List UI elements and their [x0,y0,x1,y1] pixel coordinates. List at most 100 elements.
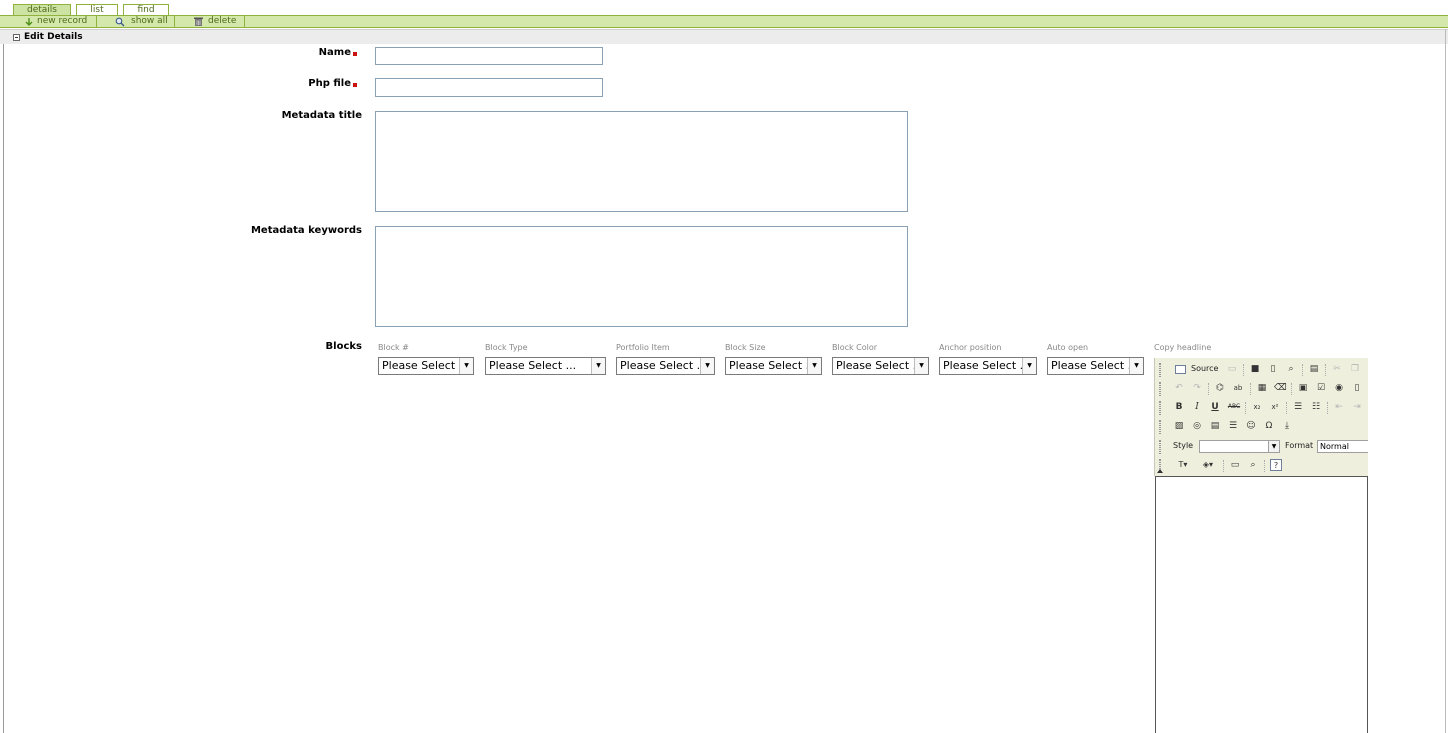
dropdown-arrow-icon: ▼ [459,358,473,374]
select-all-icon[interactable]: ▦ [1256,382,1268,394]
delete-button[interactable]: delete [175,16,245,27]
superscript-icon[interactable]: x² [1269,401,1281,413]
right-divider [1445,29,1446,733]
copy-headline-editor: Source ▭ ■ ▯ ⌕ ▤ ✂ ❐ ↶ ↷ ⌬ ab ▦ ⌫ ▣ ☑ ◉ [1154,358,1368,733]
toolbar-grip [1159,440,1161,454]
redo-icon[interactable]: ↷ [1191,382,1203,394]
format-select[interactable]: Normal [1317,440,1368,453]
portfolio-item-select[interactable]: Please Select ... ▼ [616,357,715,375]
dropdown-arrow-icon: ▼ [591,358,605,374]
editor-toolbar-row: ↶ ↷ ⌬ ab ▦ ⌫ ▣ ☑ ◉ ▯ [1159,380,1368,398]
table-icon[interactable]: ▤ [1209,420,1221,432]
underline-icon[interactable]: U [1209,401,1221,413]
preview-icon[interactable]: ⌕ [1285,363,1297,375]
bold-icon[interactable]: B [1173,401,1185,413]
block-number-header: Block # [378,343,409,352]
metadata-keywords-textarea[interactable] [375,226,908,327]
save-icon[interactable]: ■ [1249,363,1261,375]
templates-icon[interactable]: ▤ [1308,363,1320,375]
outdent-icon[interactable]: ⇤ [1333,401,1345,413]
background-color-icon[interactable]: ◈▾ [1198,459,1218,471]
save-template-icon[interactable]: ▭ [1226,363,1238,375]
image-icon[interactable]: ▨ [1173,420,1185,432]
arrow-down-icon [25,18,33,26]
name-input[interactable] [375,47,603,65]
select-value: Please Select ... [489,359,577,372]
show-blocks-icon[interactable]: ⌕ [1247,459,1259,471]
toolbar-separator [1291,383,1293,395]
copy-icon[interactable]: ❐ [1349,363,1361,375]
new-record-button[interactable]: new record [13,16,97,27]
block-color-header: Block Color [832,343,878,352]
replace-icon[interactable]: ab [1232,382,1244,394]
show-all-label: show all [131,16,168,26]
editor-content-area[interactable] [1155,476,1368,733]
textfield-icon[interactable]: ▯ [1351,382,1363,394]
editor-toolbar-row: Source ▭ ■ ▯ ⌕ ▤ ✂ ❐ [1159,361,1368,379]
select-value: Please Select ... [729,359,808,372]
dropdown-arrow-icon: ▼ [700,358,714,374]
remove-format-icon[interactable]: ⌫ [1274,382,1287,394]
name-label: Name [318,47,351,58]
numbered-list-icon[interactable]: ☰ [1292,401,1304,413]
edit-details-header: Edit Details [0,29,1448,44]
tab-bar: details list find [0,0,1448,15]
toolbar-separator [1264,460,1266,472]
new-record-label: new record [37,16,88,26]
select-value: Please Select ... [1051,359,1130,372]
tab-list[interactable]: list [76,4,118,15]
php-file-input[interactable] [375,78,603,97]
cut-icon[interactable]: ✂ [1331,363,1343,375]
show-all-button[interactable]: show all [97,16,175,27]
anchor-position-select[interactable]: Please Select ... ▼ [939,357,1037,375]
find-icon[interactable]: ⌬ [1214,382,1226,394]
dropdown-arrow-icon: ▼ [1129,358,1143,374]
special-char-icon[interactable]: Ω [1263,420,1275,432]
collapse-icon[interactable] [13,34,20,41]
source-icon[interactable] [1175,365,1186,374]
section-title: Edit Details [24,32,83,42]
block-color-select[interactable]: Please Select ... ▼ [832,357,929,375]
undo-icon[interactable]: ↶ [1173,382,1185,394]
new-page-icon[interactable]: ▯ [1267,363,1279,375]
horizontal-rule-icon[interactable]: ☰ [1227,420,1239,432]
text-color-icon[interactable]: T▾ [1173,459,1193,471]
checkbox-icon[interactable]: ☑ [1315,382,1327,394]
source-label[interactable]: Source [1191,363,1218,375]
style-select[interactable]: ▼ [1199,440,1280,453]
page-break-icon[interactable]: ⤓ [1281,420,1293,432]
dropdown-arrow-icon: ▼ [914,358,928,374]
maximize-icon[interactable]: ▭ [1229,459,1241,471]
strikethrough-icon[interactable]: ABC [1226,401,1242,413]
block-size-select[interactable]: Please Select ... ▼ [725,357,822,375]
bullet-list-icon[interactable]: ☷ [1310,401,1322,413]
subscript-icon[interactable]: x₂ [1251,401,1263,413]
select-value: Please Select ... [943,359,1023,372]
required-marker [353,83,357,87]
italic-icon[interactable]: I [1191,401,1203,413]
indent-icon[interactable]: ⇥ [1351,401,1363,413]
tab-find[interactable]: find [123,4,169,15]
metadata-keywords-label: Metadata keywords [250,225,362,236]
toolbar-separator [1286,402,1288,414]
magnifier-icon [115,17,125,27]
portfolio-item-header: Portfolio Item [616,343,670,352]
flash-icon[interactable]: ◎ [1191,420,1203,432]
radio-icon[interactable]: ◉ [1333,382,1345,394]
toolbar-separator [1208,383,1210,395]
trash-icon [194,17,203,26]
toolbar-separator [1245,402,1247,414]
help-icon[interactable]: ? [1270,459,1282,471]
tab-details[interactable]: details [13,4,71,15]
metadata-title-textarea[interactable] [375,111,908,212]
smiley-icon[interactable]: ☺ [1245,420,1257,432]
form-icon[interactable]: ▣ [1297,382,1309,394]
required-marker [353,52,357,56]
toolbar-separator [1250,383,1252,395]
toolbar-grip [1159,363,1161,377]
toolbar-collapse-icon[interactable] [1157,469,1163,473]
block-type-select[interactable]: Please Select ... ▼ [485,357,606,375]
block-number-select[interactable]: Please Select ... ▼ [378,357,474,375]
select-value: Please Select ... [382,359,460,372]
auto-open-select[interactable]: Please Select ... ▼ [1047,357,1144,375]
